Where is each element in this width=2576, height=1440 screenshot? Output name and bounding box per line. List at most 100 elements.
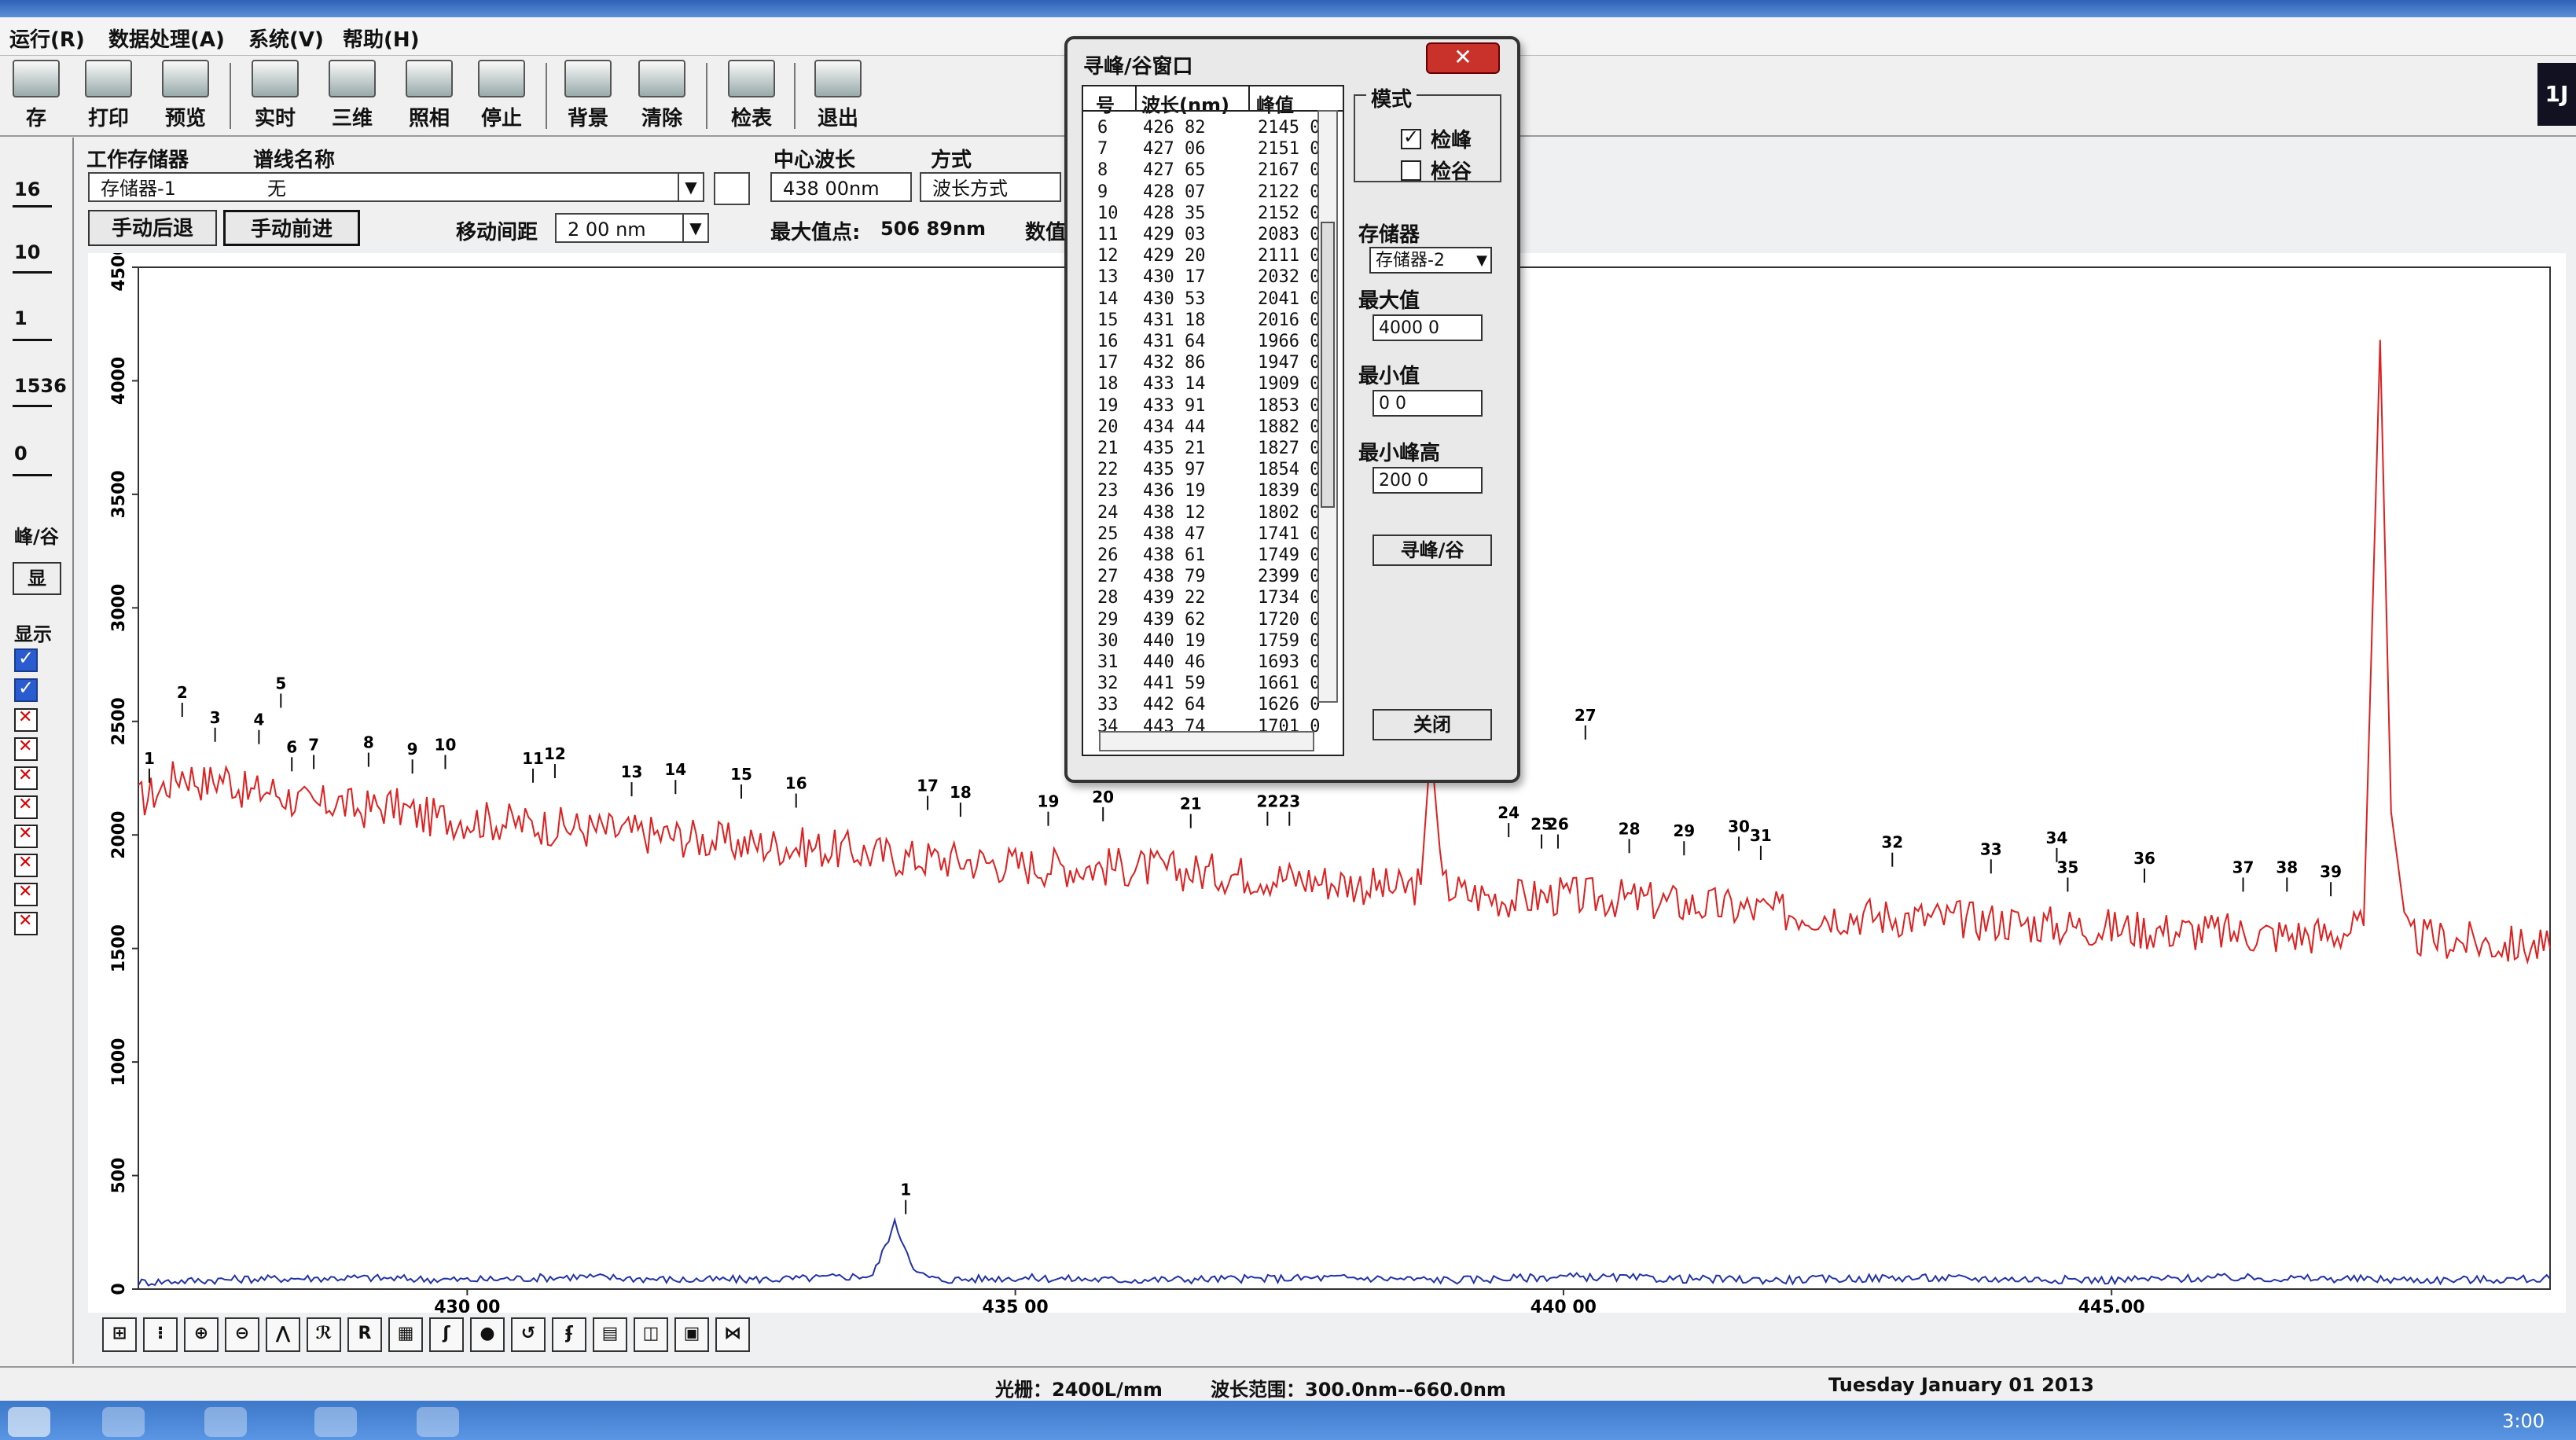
manual-forward-button[interactable]: 手动前进 [223,210,360,246]
column-header-peak: 峰值 [1256,94,1294,116]
menu-system[interactable]: 系统(V) [248,24,324,53]
peak-label: 8 [363,733,374,752]
plot-tool-1-icon[interactable]: ⊞ [102,1317,137,1352]
plot-tool-16-icon[interactable]: ⋈ [715,1317,750,1352]
min-peak-height-field[interactable]: 200 0 [1373,467,1483,494]
display-checkbox-10[interactable] [14,911,38,935]
table-cell: 438 12 [1143,502,1206,523]
peak-label: 20 [1092,788,1114,806]
plot-tool-5-icon[interactable]: ⋀ [266,1317,300,1352]
save-button[interactable]: 存 [0,60,72,130]
plot-tool-14-icon[interactable]: ◫ [634,1317,668,1352]
find-peak-button[interactable]: 寻峰/谷 [1373,534,1492,566]
peak-label: 17 [917,776,939,795]
chevron-down-icon[interactable]: ▼ [682,215,707,241]
chevron-down-icon[interactable]: ▼ [1476,248,1487,274]
horizontal-scrollbar[interactable] [1099,731,1314,751]
dialog-close-button[interactable]: 关闭 [1373,709,1492,740]
table-cell: 7 [1097,139,1108,160]
plot-tool-13-icon[interactable]: ▤ [593,1317,627,1352]
table-cell: 12 [1097,246,1119,266]
display-checkbox-5[interactable] [14,766,38,790]
menu-data-processing[interactable]: 数据处理(A) [108,24,225,53]
plot-tool-7-icon[interactable]: R [347,1317,382,1352]
realtime-button[interactable]: 实时 [239,60,311,130]
table-cell: 1741 0 [1258,523,1321,544]
plot-tool-2-icon[interactable]: ⁝ [143,1317,178,1352]
vertical-scrollbar[interactable] [1317,110,1338,703]
peak-label: 22 [1256,792,1278,811]
taskbar-app-icon[interactable] [417,1407,459,1437]
y-tick-label: 2000 [109,811,129,859]
table-cell: 8 [1097,160,1108,181]
table-cell: 1853 0 [1258,395,1321,416]
chevron-down-icon[interactable]: ▼ [678,174,703,200]
storage-select[interactable]: 存储器-2 ▼ [1369,247,1492,274]
plot-tool-12-icon[interactable]: ʄ [552,1317,586,1352]
display-checkbox-6[interactable] [14,795,38,819]
plot-tool-15-icon[interactable]: ▣ [674,1317,709,1352]
print-button[interactable]: 打印 [72,60,145,130]
display-checkbox-9[interactable] [14,882,38,906]
min-value-label: 最小值 [1358,365,1420,388]
memory-value: 存储器-1 [101,178,176,200]
display-checkbox-2[interactable] [14,677,38,702]
valley-checkbox[interactable] [1401,160,1421,181]
plot-tool-10-icon[interactable]: ● [470,1317,505,1352]
taskbar-app-icon[interactable] [102,1407,145,1437]
plot-tool-3-icon[interactable]: ⊕ [184,1317,219,1352]
taskbar-app-icon[interactable] [314,1407,357,1437]
min-value-field[interactable]: 0 0 [1373,390,1483,417]
table-cell: 440 46 [1143,652,1206,672]
clear-button[interactable]: 清除 [626,60,698,130]
peak-checkbox[interactable] [1401,126,1421,149]
plot-tool-8-icon[interactable]: ▦ [388,1317,423,1352]
toolbar-separator [230,63,231,129]
plot-tool-11-icon[interactable]: ↺ [511,1317,546,1352]
table-cell: 10 [1097,203,1119,223]
table-check-button[interactable]: 检表 [715,60,788,130]
step-select[interactable]: 2 00 nm ▼ [555,213,709,243]
3d-button[interactable]: 三维 [316,60,388,130]
min-peak-height-label: 最小峰高 [1358,442,1441,465]
table-cell: 6 [1097,118,1108,138]
table-cell: 435 97 [1143,460,1206,480]
manual-back-button[interactable]: 手动后退 [88,210,217,246]
plot-tool-6-icon[interactable]: ℛ [307,1317,341,1352]
camera-button[interactable]: 照相 [393,60,465,130]
taskbar-app-icon[interactable] [204,1407,247,1437]
start-icon[interactable] [8,1407,50,1437]
display-checkbox-1[interactable] [14,647,38,672]
plot-tool-4-icon[interactable]: ⊖ [225,1317,259,1352]
max-value-field[interactable]: 4000 0 [1373,314,1483,341]
peak-label: 15 [730,765,752,784]
table-cell: 426 82 [1143,118,1206,138]
background-button[interactable]: 背景 [552,60,624,130]
color-swatch[interactable] [714,172,750,205]
scroll-thumb[interactable] [1321,222,1335,508]
show-button[interactable]: 显 [13,562,61,595]
table-cell: 19 [1097,395,1119,416]
y-tick-label: 4500 [109,253,129,292]
table-cell: 2032 0 [1258,267,1321,288]
center-wavelength-field[interactable]: 438 00nm [770,172,912,202]
display-checkbox-3[interactable] [14,707,38,732]
date-status: Tuesday January 01 2013 [1828,1374,2094,1396]
display-checkbox-8[interactable] [14,853,38,877]
memory-select[interactable]: 存储器-1 无 ▼ [88,172,704,202]
preview-button[interactable]: 预览 [149,60,222,130]
menu-help[interactable]: 帮助(H) [343,24,420,53]
display-checkbox-4[interactable] [14,737,38,761]
peak-table[interactable]: 号 波长(nm) 峰值 6 426 82 2145 0 7 427 06 2151 0 8 4… [1082,85,1344,756]
display-checkbox-7[interactable] [14,824,38,848]
table-cell: 427 65 [1143,160,1206,181]
mode-field[interactable]: 波长方式 [920,172,1061,202]
table-cell: 432 86 [1143,353,1206,373]
close-icon[interactable]: ✕ [1426,42,1500,74]
peak-checkbox-label: 检峰 [1431,129,1472,152]
stop-button[interactable]: 停止 [465,60,538,130]
table-cell: 1909 0 [1258,374,1321,395]
menu-run[interactable]: 运行(R) [9,24,85,53]
plot-tool-9-icon[interactable]: ʃ [429,1317,464,1352]
exit-button[interactable]: 退出 [802,60,874,130]
